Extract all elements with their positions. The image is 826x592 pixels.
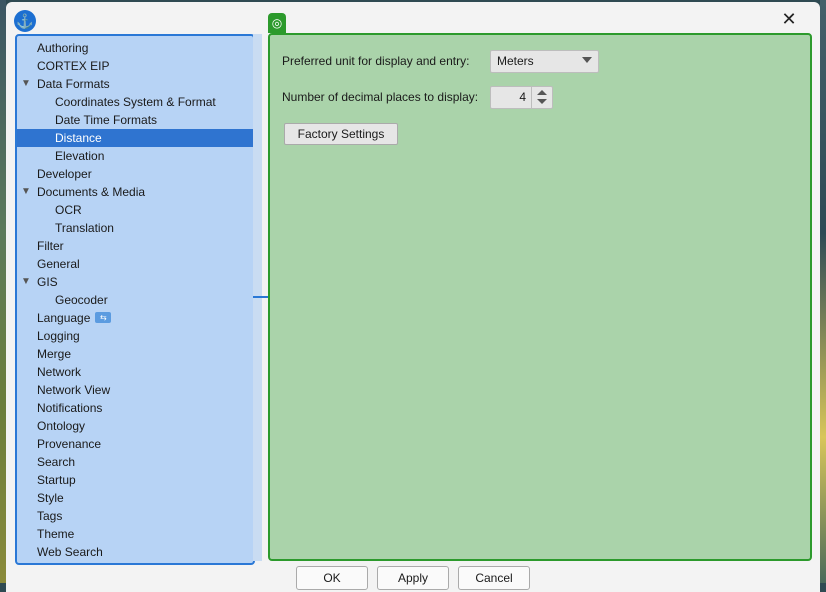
tree-item-label: Filter bbox=[37, 239, 64, 253]
tree-item-label: Network bbox=[37, 365, 82, 379]
tree-item-label: Translation bbox=[55, 221, 114, 235]
tree-item-notifications[interactable]: Notifications bbox=[17, 399, 253, 417]
tree-item-language[interactable]: Language ⇆ bbox=[17, 309, 253, 327]
tree-item-label: GIS bbox=[37, 275, 58, 289]
preferences-dialog: ⚓ ✕ Authoring CORTEX EIP ▼ Data Formats Coor… bbox=[6, 2, 820, 592]
factory-settings-button[interactable]: Factory Settings bbox=[284, 123, 398, 145]
tree-item-ontology[interactable]: Ontology bbox=[17, 417, 253, 435]
tree-item-developer[interactable]: Developer bbox=[17, 165, 253, 183]
tree-item-label: Provenance bbox=[37, 437, 102, 451]
tree-item-network-view[interactable]: Network View bbox=[17, 381, 253, 399]
ok-button[interactable]: OK bbox=[296, 566, 368, 590]
tree-item-label: Style bbox=[37, 491, 64, 505]
preferences-tree: Authoring CORTEX EIP ▼ Data Formats Coordina… bbox=[15, 34, 255, 565]
tree-item-label: Network View bbox=[37, 383, 111, 397]
tree-item-logging[interactable]: Logging bbox=[17, 327, 253, 345]
tree-item-web-search[interactable]: Web Search bbox=[17, 543, 253, 561]
tree-item-label: OCR bbox=[55, 203, 82, 217]
tree-item-label: CORTEX EIP bbox=[37, 59, 110, 73]
tree-item-label: Authoring bbox=[37, 41, 89, 55]
spin-up-icon[interactable] bbox=[537, 90, 547, 95]
chevron-down-icon bbox=[582, 57, 592, 63]
tree-item-date-time-formats[interactable]: Date Time Formats bbox=[17, 111, 253, 129]
panel-target-icon: ◎ bbox=[268, 13, 286, 33]
expand-arrow-icon[interactable]: ▼ bbox=[21, 183, 31, 201]
unit-select[interactable]: Meters bbox=[490, 50, 599, 73]
tree-item-label: Logging bbox=[37, 329, 80, 343]
expand-arrow-icon[interactable]: ▼ bbox=[21, 273, 31, 291]
tree-item-authoring[interactable]: Authoring bbox=[17, 39, 253, 57]
tree-item-geocoder[interactable]: Geocoder bbox=[17, 291, 253, 309]
cancel-button[interactable]: Cancel bbox=[458, 566, 530, 590]
tree-item-label: Data Formats bbox=[37, 77, 110, 91]
tree-item-label: Ontology bbox=[37, 419, 86, 433]
tree-item-coordinates-system-format[interactable]: Coordinates System & Format bbox=[17, 93, 253, 111]
spin-down-icon[interactable] bbox=[537, 99, 547, 104]
tree-item-label: Startup bbox=[37, 473, 76, 487]
language-badge-icon: ⇆ bbox=[95, 312, 112, 324]
tree-item-label: Elevation bbox=[55, 149, 105, 163]
decimals-spinner[interactable]: 4 bbox=[490, 86, 553, 109]
close-button[interactable]: ✕ bbox=[778, 8, 800, 30]
anchor-app-icon: ⚓ bbox=[14, 10, 36, 32]
tree-item-network[interactable]: Network bbox=[17, 363, 253, 381]
tree-item-theme[interactable]: Theme bbox=[17, 525, 253, 543]
tree-item-search[interactable]: Search bbox=[17, 453, 253, 471]
tree-item-provenance[interactable]: Provenance bbox=[17, 435, 253, 453]
tree-item-label: Tags bbox=[37, 509, 63, 523]
tree-item-label: Coordinates System & Format bbox=[55, 95, 216, 109]
tree-item-label: Documents & Media bbox=[37, 185, 146, 199]
desktop-background-right bbox=[820, 0, 826, 583]
splitter-indicator bbox=[253, 296, 269, 298]
tree-item-label: Distance bbox=[55, 131, 102, 145]
tree-item-distance[interactable]: Distance bbox=[17, 129, 253, 147]
unit-select-value: Meters bbox=[497, 54, 534, 68]
tree-item-tags[interactable]: Tags bbox=[17, 507, 253, 525]
apply-button[interactable]: Apply bbox=[377, 566, 449, 590]
decimals-value: 4 bbox=[519, 90, 526, 104]
tree-item-startup[interactable]: Startup bbox=[17, 471, 253, 489]
tree-item-label: General bbox=[37, 257, 80, 271]
expand-arrow-icon[interactable]: ▼ bbox=[21, 75, 31, 93]
unit-label: Preferred unit for display and entry: bbox=[282, 54, 470, 68]
tree-item-style[interactable]: Style bbox=[17, 489, 253, 507]
tree-item-label: Notifications bbox=[37, 401, 103, 415]
tree-item-filter[interactable]: Filter bbox=[17, 237, 253, 255]
tree-item-label: Developer bbox=[37, 167, 92, 181]
tree-item-label: Merge bbox=[37, 347, 72, 361]
tree-item-elevation[interactable]: Elevation bbox=[17, 147, 253, 165]
decimals-label: Number of decimal places to display: bbox=[282, 90, 479, 104]
tree-item-translation[interactable]: Translation bbox=[17, 219, 253, 237]
tree-item-label: Language ⇆ bbox=[37, 309, 112, 327]
tree-item-label: Search bbox=[37, 455, 76, 469]
tree-item-label: Date Time Formats bbox=[55, 113, 158, 127]
distance-settings-panel: Preferred unit for display and entry: Me… bbox=[268, 33, 812, 561]
tree-item-label: Theme bbox=[37, 527, 75, 541]
spinner-buttons[interactable] bbox=[531, 87, 552, 108]
tree-item-ocr[interactable]: OCR bbox=[17, 201, 253, 219]
tree-item-cortex-eip[interactable]: CORTEX EIP bbox=[17, 57, 253, 75]
tree-item-merge[interactable]: Merge bbox=[17, 345, 253, 363]
tree-item-data-formats[interactable]: ▼ Data Formats bbox=[17, 75, 253, 93]
tree-item-gis[interactable]: ▼ GIS bbox=[17, 273, 253, 291]
tree-item-documents-media[interactable]: ▼ Documents & Media bbox=[17, 183, 253, 201]
tree-item-label: Web Search bbox=[37, 545, 103, 559]
tree-item-general[interactable]: General bbox=[17, 255, 253, 273]
tree-item-label: Geocoder bbox=[55, 293, 108, 307]
